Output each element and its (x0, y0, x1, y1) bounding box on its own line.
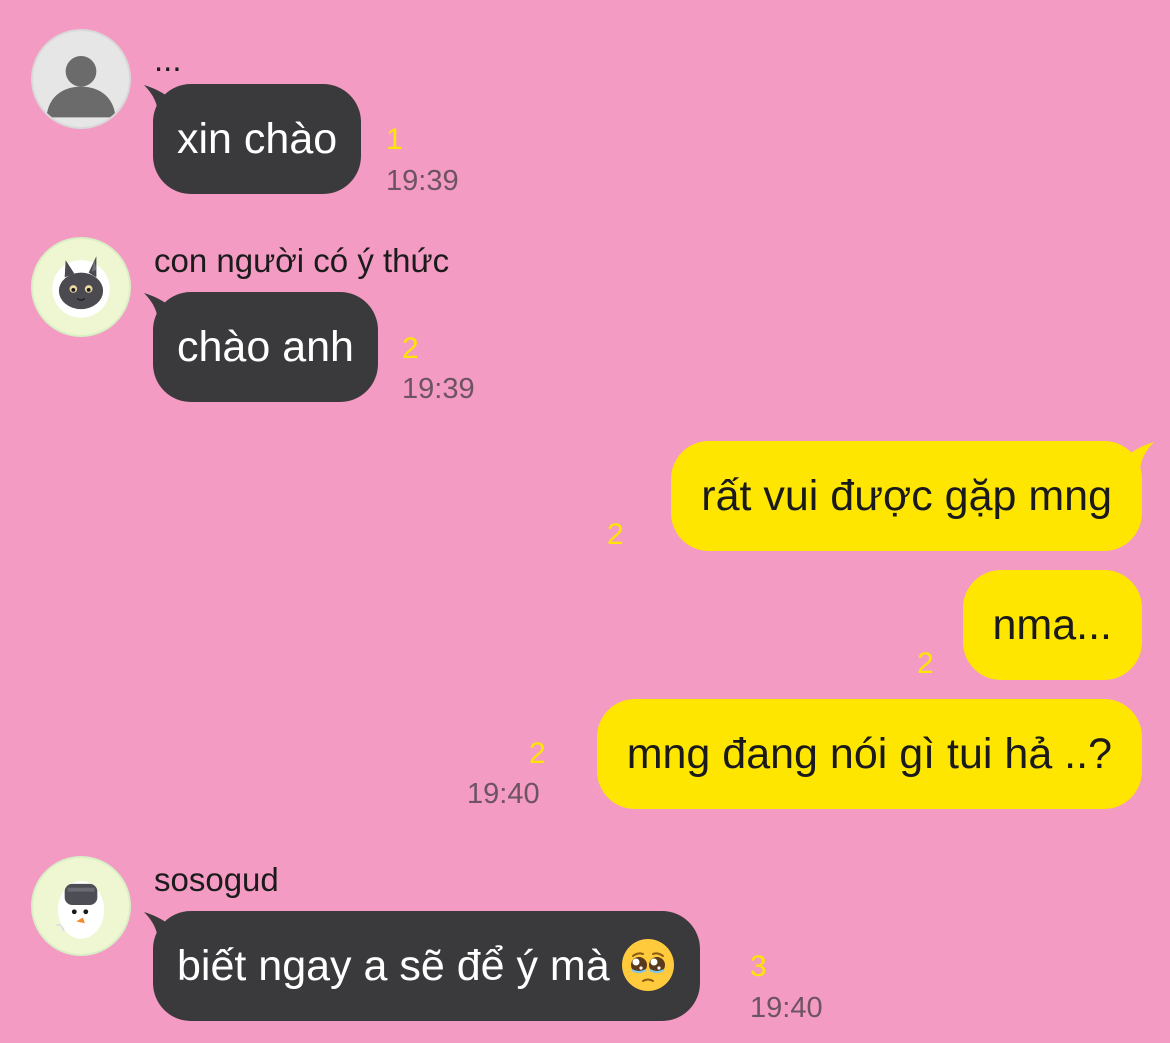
unread-count: 1 (386, 123, 403, 156)
character-avatar-icon[interactable] (31, 856, 131, 956)
message-bubble[interactable]: biết ngay a sẽ để ý mà (153, 911, 700, 1021)
message-time: 19:39 (386, 165, 459, 197)
sender-name: con người có ý thức (154, 242, 450, 279)
message-bubble[interactable]: mng đang nói gì tui hả ..? (596, 699, 1142, 809)
message-bubble[interactable]: nma... (962, 570, 1142, 680)
sender-name: sosogud (154, 861, 279, 898)
message-bubble[interactable]: rất vui được gặp mng (671, 441, 1142, 551)
unread-count: 3 (750, 950, 767, 983)
unread-count: 2 (917, 647, 934, 680)
unread-count: 2 (402, 332, 419, 365)
unread-count: 2 (529, 737, 546, 770)
default-person-avatar-icon[interactable] (31, 29, 131, 129)
gray-cat-avatar-icon[interactable] (31, 237, 131, 337)
message-bubble[interactable]: xin chào (153, 84, 362, 194)
sender-name: ... (154, 41, 182, 78)
unread-count: 2 (607, 518, 624, 551)
message-time: 19:40 (467, 778, 540, 810)
pleading-face-emoji-icon (620, 937, 676, 993)
message-bubble[interactable]: chào anh (153, 292, 378, 402)
message-time: 19:39 (402, 373, 475, 405)
message-time: 19:40 (750, 992, 823, 1024)
message-text: biết ngay a sẽ để ý mà (177, 942, 610, 990)
